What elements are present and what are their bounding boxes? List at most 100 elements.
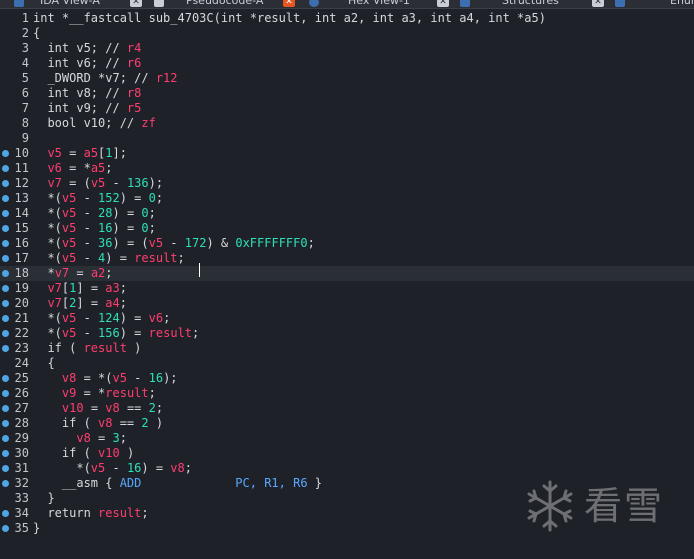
code-line[interactable]: 16 *(v5 - 36) = (v5 - 172) & 0xFFFFFFF0; xyxy=(0,236,694,251)
breakpoint-dot-icon[interactable] xyxy=(2,330,9,337)
code-text[interactable]: v7[1] = a3; xyxy=(33,281,127,296)
code-text[interactable]: { xyxy=(33,26,40,41)
code-text[interactable]: int v8; // r8 xyxy=(33,86,141,101)
breakpoint-dot-icon[interactable] xyxy=(2,405,9,412)
code-text[interactable]: *v7 = a2; xyxy=(33,266,112,281)
breakpoint-dot-icon[interactable] xyxy=(2,180,9,187)
code-text[interactable]: int *__fastcall sub_4703C(int *result, i… xyxy=(33,11,546,26)
code-line[interactable]: 17 *(v5 - 4) = result; xyxy=(0,251,694,266)
code-text[interactable]: } xyxy=(33,521,40,536)
code-text[interactable]: *(v5 - 28) = 0; xyxy=(33,206,155,221)
code-text[interactable]: if ( result ) xyxy=(33,341,141,356)
code-line[interactable]: 10 v5 = a5[1]; xyxy=(0,146,694,161)
breakpoint-dot-icon[interactable] xyxy=(2,240,9,247)
code-line[interactable]: 5 _DWORD *v7; // r12 xyxy=(0,71,694,86)
code-text[interactable]: v8 = 3; xyxy=(33,431,127,446)
breakpoint-dot-icon[interactable] xyxy=(2,195,9,202)
code-text[interactable]: return result; xyxy=(33,506,148,521)
code-line[interactable]: 18 *v7 = a2; xyxy=(0,266,694,281)
code-line[interactable]: 21 *(v5 - 124) = v6; xyxy=(0,311,694,326)
breakpoint-dot-icon[interactable] xyxy=(2,150,9,157)
code-text[interactable]: _DWORD *v7; // r12 xyxy=(33,71,177,86)
code-line[interactable]: 3 int v5; // r4 xyxy=(0,41,694,56)
code-text[interactable]: *(v5 - 36) = (v5 - 172) & 0xFFFFFFF0; xyxy=(33,236,314,251)
code-line[interactable]: 24 { xyxy=(0,356,694,371)
tab-pseudocode-a[interactable]: Pseudocode-A xyxy=(186,0,263,8)
close-icon[interactable]: ✕ xyxy=(130,0,142,7)
pseudocode-view-icon[interactable] xyxy=(154,0,164,7)
disassembly-view-icon[interactable] xyxy=(14,0,24,7)
code-text[interactable]: *(v5 - 16) = 0; xyxy=(33,221,155,236)
breakpoint-dot-icon[interactable] xyxy=(2,450,9,457)
tab-structures[interactable]: Structures xyxy=(502,0,559,8)
code-text[interactable]: bool v10; // zf xyxy=(33,116,155,131)
code-text[interactable]: int v6; // r6 xyxy=(33,56,141,71)
breakpoint-dot-icon[interactable] xyxy=(2,300,9,307)
code-line[interactable]: 12 v7 = (v5 - 136); xyxy=(0,176,694,191)
code-line[interactable]: 31 *(v5 - 16) = v8; xyxy=(0,461,694,476)
breakpoint-dot-icon[interactable] xyxy=(2,435,9,442)
breakpoint-dot-icon[interactable] xyxy=(2,225,9,232)
enums-view-icon[interactable] xyxy=(615,0,625,7)
code-line[interactable]: 23 if ( result ) xyxy=(0,341,694,356)
code-text[interactable]: } xyxy=(33,491,54,506)
breakpoint-dot-icon[interactable] xyxy=(2,315,9,322)
code-text[interactable]: v8 = *(v5 - 16); xyxy=(33,371,178,386)
code-text[interactable]: *(v5 - 124) = v6; xyxy=(33,311,170,326)
code-text[interactable]: *(v5 - 16) = v8; xyxy=(33,461,192,476)
code-text[interactable]: v7[2] = a4; xyxy=(33,296,127,311)
code-text[interactable]: if ( v8 == 2 ) xyxy=(33,416,163,431)
code-line[interactable]: 19 v7[1] = a3; xyxy=(0,281,694,296)
breakpoint-dot-icon[interactable] xyxy=(2,255,9,262)
code-text[interactable]: *(v5 - 156) = result; xyxy=(33,326,199,341)
code-text[interactable]: if ( v10 ) xyxy=(33,446,134,461)
tab-hex-view-1[interactable]: Hex View-1 xyxy=(348,0,410,8)
breakpoint-dot-icon[interactable] xyxy=(2,375,9,382)
code-text[interactable]: __asm { ADD PC, R1, R6 } xyxy=(33,476,322,491)
code-text[interactable]: v7 = (v5 - 136); xyxy=(33,176,163,191)
breakpoint-dot-icon[interactable] xyxy=(2,210,9,217)
code-text[interactable]: int v5; // r4 xyxy=(33,41,141,56)
close-icon[interactable]: ✕ xyxy=(437,0,449,7)
tab-enums[interactable]: Enum xyxy=(670,0,694,8)
code-line[interactable]: 8 bool v10; // zf xyxy=(0,116,694,131)
code-line[interactable]: 14 *(v5 - 28) = 0; xyxy=(0,206,694,221)
code-line[interactable]: 28 if ( v8 == 2 ) xyxy=(0,416,694,431)
code-line[interactable]: 2{ xyxy=(0,26,694,41)
breakpoint-dot-icon[interactable] xyxy=(2,165,9,172)
code-text[interactable]: v9 = *result; xyxy=(33,386,156,401)
pseudocode-editor[interactable]: 1 int *__fastcall sub_4703C(int *result, … xyxy=(0,9,694,559)
code-line[interactable]: 6 int v8; // r8 xyxy=(0,86,694,101)
breakpoint-dot-icon[interactable] xyxy=(2,285,9,292)
breakpoint-dot-icon[interactable] xyxy=(2,510,9,517)
code-text[interactable]: *(v5 - 152) = 0; xyxy=(33,191,163,206)
code-line[interactable]: 7 int v9; // r5 xyxy=(0,101,694,116)
code-text[interactable]: { xyxy=(33,356,54,371)
code-line[interactable]: 20 v7[2] = a4; xyxy=(0,296,694,311)
breakpoint-dot-icon[interactable] xyxy=(2,465,9,472)
tab-ida-view-a[interactable]: IDA View-A xyxy=(40,0,100,8)
breakpoint-dot-icon[interactable] xyxy=(2,390,9,397)
close-icon[interactable]: ✕ xyxy=(283,0,295,7)
breakpoint-dot-icon[interactable] xyxy=(2,480,9,487)
breakpoint-dot-icon[interactable] xyxy=(2,345,9,352)
code-text[interactable]: v5 = a5[1]; xyxy=(33,146,127,161)
code-text[interactable]: v6 = *a5; xyxy=(33,161,112,176)
code-line[interactable]: 11 v6 = *a5; xyxy=(0,161,694,176)
code-line[interactable]: 1 int *__fastcall sub_4703C(int *result, … xyxy=(0,11,694,26)
breakpoint-dot-icon[interactable] xyxy=(2,525,9,532)
breakpoint-dot-icon[interactable] xyxy=(2,270,9,277)
close-icon[interactable]: ✕ xyxy=(592,0,604,7)
code-line[interactable]: 13 *(v5 - 152) = 0; xyxy=(0,191,694,206)
code-line[interactable]: 25 v8 = *(v5 - 16); xyxy=(0,371,694,386)
code-line[interactable]: 15 *(v5 - 16) = 0; xyxy=(0,221,694,236)
code-text[interactable]: int v9; // r5 xyxy=(33,101,141,116)
structures-view-icon[interactable] xyxy=(460,0,470,7)
code-line[interactable]: 22 *(v5 - 156) = result; xyxy=(0,326,694,341)
code-line[interactable]: 4 int v6; // r6 xyxy=(0,56,694,71)
code-line[interactable]: 30 if ( v10 ) xyxy=(0,446,694,461)
code-line[interactable]: 26 v9 = *result; xyxy=(0,386,694,401)
code-line[interactable]: 27 v10 = v8 == 2; xyxy=(0,401,694,416)
breakpoint-dot-icon[interactable] xyxy=(2,420,9,427)
code-text[interactable]: *(v5 - 4) = result; xyxy=(33,251,184,266)
